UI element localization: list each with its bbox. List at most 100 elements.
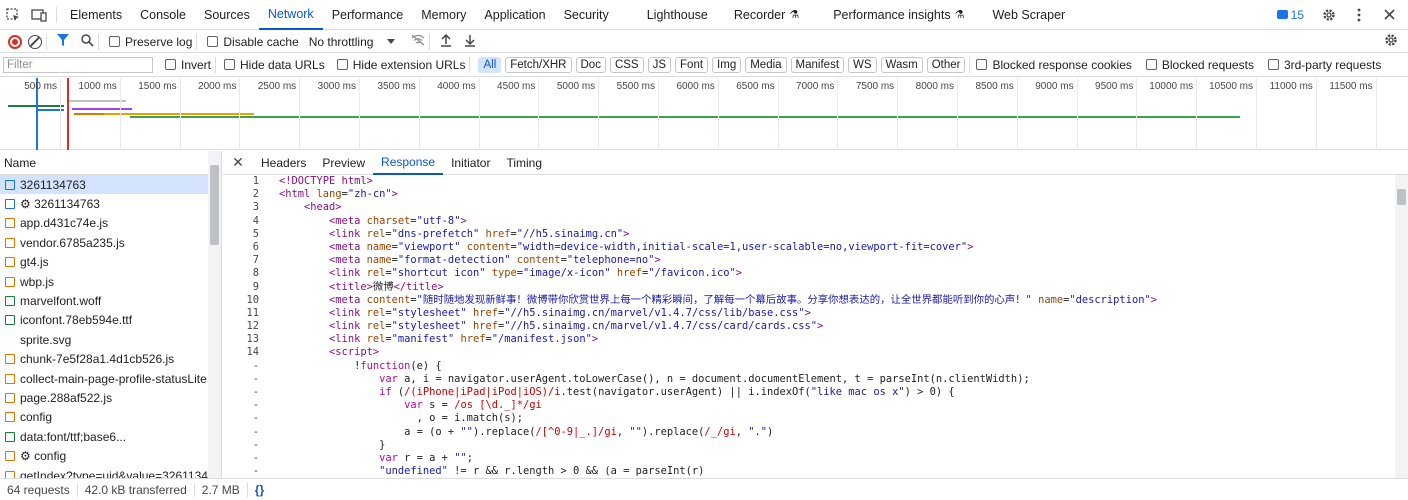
checkbox-box[interactable]: [207, 36, 219, 47]
code-text: <link rel="stylesheet" href="//h5.sinaim…: [329, 320, 824, 333]
timeline-tick-label: 6000 ms: [676, 81, 715, 92]
hide-extension-urls-checkbox[interactable]: Hide extension URLs: [336, 58, 465, 72]
request-list-scrollbar[interactable]: [208, 151, 221, 478]
request-row[interactable]: vendor.6785a235.js: [0, 233, 208, 252]
request-row[interactable]: marvelfont.woff: [0, 291, 208, 310]
checkbox-box[interactable]: [336, 59, 348, 70]
inspect-element-icon[interactable]: [0, 0, 26, 30]
waterfall-bar: [72, 108, 132, 110]
issues-badge[interactable]: 15: [1269, 8, 1312, 22]
import-har-icon[interactable]: [440, 33, 452, 50]
tab-network[interactable]: Network: [258, 0, 323, 30]
tab-memory[interactable]: Memory: [412, 0, 475, 30]
timeline-tick: 2000 ms: [198, 78, 241, 150]
filter-type-js[interactable]: JS: [647, 56, 672, 73]
response-scrollbar[interactable]: [1395, 175, 1408, 478]
tab-web-scraper[interactable]: Web Scraper: [983, 0, 1074, 30]
filter-type-media[interactable]: Media: [745, 56, 787, 73]
name-column-header[interactable]: Name: [0, 151, 221, 175]
more-menu-icon[interactable]: [1346, 0, 1372, 30]
filter-type-doc[interactable]: Doc: [575, 56, 606, 73]
checkbox-box[interactable]: [224, 59, 236, 70]
timeline-tick-label: 7000 ms: [796, 81, 835, 92]
detail-tab-headers[interactable]: Headers: [253, 151, 314, 175]
tab-security[interactable]: Security: [555, 0, 618, 30]
line-number: 14: [246, 346, 259, 359]
filter-type-ws[interactable]: WS: [848, 56, 877, 73]
checkbox-box[interactable]: [109, 36, 120, 47]
timeline-overview[interactable]: 500 ms 1000 ms 1500 ms 2000 ms 2500 ms 3000 m…: [0, 78, 1408, 150]
tab-elements[interactable]: Elements: [61, 0, 131, 30]
request-name: 3261134763: [20, 177, 86, 192]
response-code-viewer[interactable]: 1 <!DOCTYPE html> 2 <html lang="zh-cn"> 3 <h…: [223, 175, 1408, 478]
request-row[interactable]: chunk-7e5f28a1.4d1cb526.js: [0, 350, 208, 369]
preserve-log-checkbox[interactable]: Preserve log: [109, 35, 192, 49]
filter-type-img[interactable]: Img: [712, 56, 742, 73]
request-name: chunk-7e5f28a1.4d1cb526.js: [20, 352, 175, 367]
request-row[interactable]: ⚙ config: [0, 446, 208, 465]
invert-checkbox[interactable]: Invert: [165, 58, 211, 72]
tab-lighthouse[interactable]: Lighthouse: [638, 0, 717, 30]
tab-performance-insights[interactable]: Performance insights ⚗: [824, 0, 973, 30]
request-row[interactable]: data:font/ttf;base6...: [0, 427, 208, 446]
record-button[interactable]: [8, 34, 22, 49]
checkbox-box[interactable]: [976, 59, 988, 70]
request-row[interactable]: 3261134763: [0, 175, 208, 195]
tab-recorder[interactable]: Recorder ⚗: [725, 0, 808, 30]
close-detail-icon[interactable]: ✕: [223, 154, 253, 171]
request-row[interactable]: collect-main-page-profile-statusLite....: [0, 369, 208, 388]
close-devtools-icon[interactable]: [1376, 0, 1402, 30]
search-icon[interactable]: [81, 33, 94, 50]
tab-console[interactable]: Console: [131, 0, 195, 30]
filter-type-wasm[interactable]: Wasm: [880, 56, 923, 73]
device-toggle-icon[interactable]: [26, 0, 52, 30]
tab-sources[interactable]: Sources: [195, 0, 259, 30]
scrollbar-thumb[interactable]: [210, 165, 219, 245]
hide-data-urls-checkbox[interactable]: Hide data URLs: [224, 58, 325, 72]
request-row[interactable]: wbp.js: [0, 272, 208, 291]
pretty-print-button[interactable]: {}: [248, 483, 271, 497]
request-row[interactable]: gt4.js: [0, 253, 208, 272]
tab-performance[interactable]: Performance: [323, 0, 413, 30]
filter-type-fetch-xhr[interactable]: Fetch/XHR: [505, 56, 572, 73]
network-conditions-icon[interactable]: [411, 34, 425, 49]
clear-button[interactable]: [28, 34, 42, 49]
checkbox-box[interactable]: [165, 59, 176, 70]
checkbox-box[interactable]: [1267, 59, 1279, 70]
filter-funnel-icon[interactable]: [57, 34, 69, 49]
filter-type-all[interactable]: All: [478, 56, 502, 73]
request-row[interactable]: getIndex?type=uid&value=3261134...: [0, 466, 208, 478]
disable-cache-checkbox[interactable]: Disable cache: [207, 35, 299, 49]
request-row[interactable]: page.288af522.js: [0, 388, 208, 407]
detail-tab-response[interactable]: Response: [373, 151, 444, 175]
filter-type-font[interactable]: Font: [675, 56, 709, 73]
detail-tab-preview[interactable]: Preview: [314, 151, 373, 175]
filter-type-other[interactable]: Other: [926, 56, 966, 73]
scrollbar-thumb[interactable]: [1397, 189, 1406, 205]
timeline-tick-label: 8000 ms: [915, 81, 954, 92]
request-row[interactable]: config: [0, 408, 208, 427]
filter-input[interactable]: Filter: [3, 56, 153, 73]
throttling-select[interactable]: No throttling: [309, 35, 396, 49]
resources-size: 2.7 MB: [195, 482, 248, 497]
request-row[interactable]: sprite.svg: [0, 330, 208, 349]
request-row[interactable]: iconfont.78eb594e.ttf: [0, 311, 208, 330]
request-row[interactable]: ⚙ 3261134763: [0, 194, 208, 213]
detail-tab-initiator[interactable]: Initiator: [443, 151, 498, 175]
blocked-requests-checkbox[interactable]: Blocked requests: [1145, 58, 1254, 72]
js-file-icon: [5, 470, 15, 478]
blocked-cookies-checkbox[interactable]: Blocked response cookies: [976, 58, 1132, 72]
tab-application[interactable]: Application: [475, 0, 554, 30]
filter-type-manifest[interactable]: Manifest: [790, 56, 845, 73]
line-number: 7: [252, 254, 259, 267]
request-row[interactable]: app.d431c74e.js: [0, 214, 208, 233]
export-har-icon[interactable]: [464, 34, 476, 50]
third-party-checkbox[interactable]: 3rd-party requests: [1267, 58, 1381, 72]
filter-type-css[interactable]: CSS: [609, 56, 644, 73]
code-line: 7 <meta name="format-detection" content=…: [223, 254, 1408, 267]
checkbox-box[interactable]: [1145, 59, 1157, 70]
issues-icon: [1276, 10, 1288, 19]
network-settings-gear-icon[interactable]: [1384, 33, 1398, 50]
settings-gear-icon[interactable]: [1316, 0, 1342, 30]
detail-tab-timing[interactable]: Timing: [498, 151, 550, 175]
